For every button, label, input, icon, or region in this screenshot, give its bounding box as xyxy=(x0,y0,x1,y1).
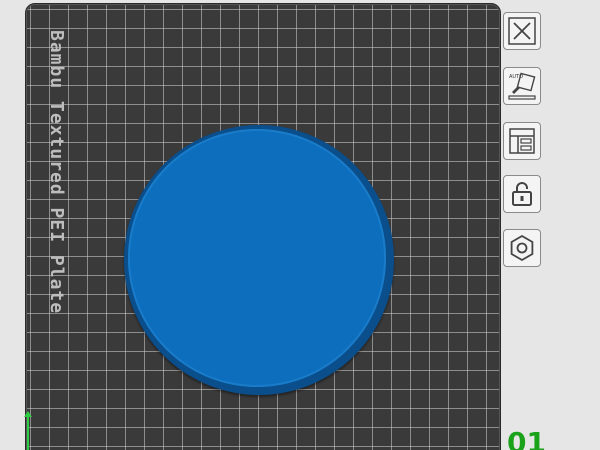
auto-arrange-icon: AUTO xyxy=(508,72,536,100)
layout-icon xyxy=(509,128,535,154)
close-plate-button[interactable] xyxy=(503,12,541,50)
auto-arrange-button[interactable]: AUTO xyxy=(503,67,541,105)
lock-plate-button[interactable] xyxy=(503,175,541,213)
plate-index-label[interactable]: 01 xyxy=(507,426,546,450)
3d-viewport[interactable]: Bambu Textured PEI Plate 01 AUTO xyxy=(0,0,600,450)
hex-nut-icon xyxy=(510,234,534,262)
close-icon xyxy=(508,17,536,45)
plate-name-label: Bambu Textured PEI Plate xyxy=(46,30,67,315)
plate-settings-button[interactable] xyxy=(503,229,541,267)
plate-layout-button[interactable] xyxy=(503,122,541,160)
model-object[interactable] xyxy=(128,129,386,387)
y-axis-indicator xyxy=(27,414,29,450)
unlock-icon xyxy=(512,182,532,206)
y-axis-arrow xyxy=(24,411,32,417)
